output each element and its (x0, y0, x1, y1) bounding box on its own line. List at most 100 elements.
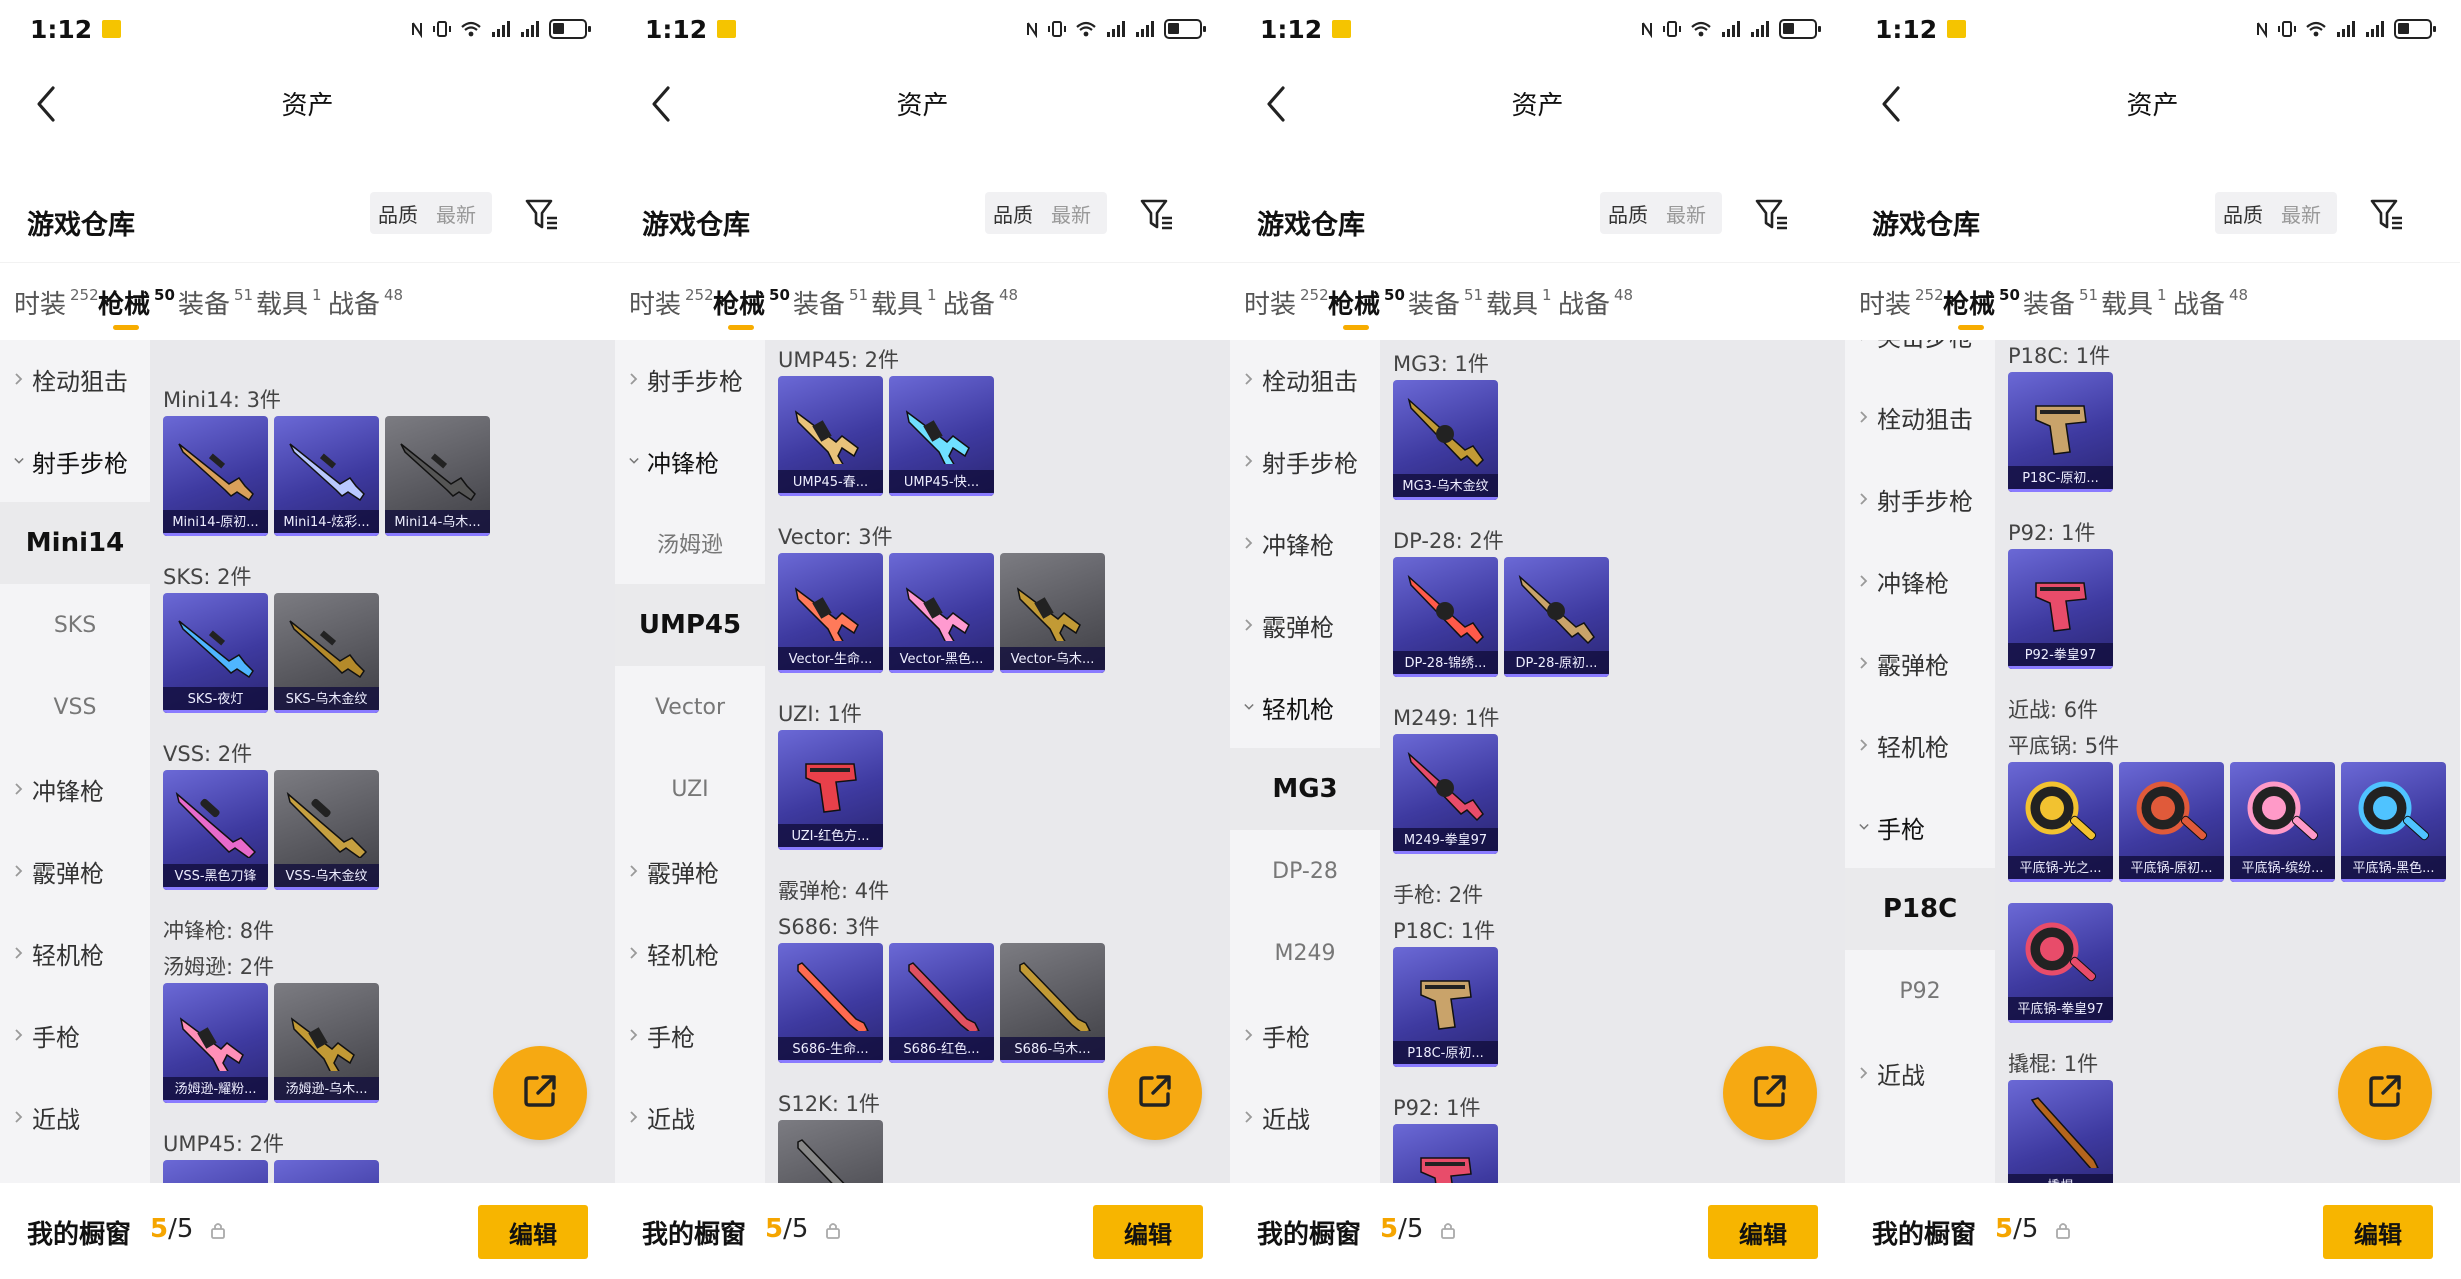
item-card[interactable]: P92-拳皇97 (1393, 1124, 1498, 1183)
sidebar-item[interactable]: 冲锋枪 (615, 420, 765, 502)
tab-4[interactable]: 载具 1 (2101, 284, 2167, 321)
tab-3[interactable]: 装备 51 (793, 284, 868, 321)
filter-icon[interactable] (2370, 198, 2404, 232)
sidebar-item[interactable]: 轻机枪 (0, 912, 150, 994)
tab-4[interactable]: 载具 1 (871, 284, 937, 321)
sidebar-item[interactable]: 射手步枪 (0, 420, 150, 502)
tab-4[interactable]: 载具 1 (256, 284, 322, 321)
item-card[interactable]: VSS-乌木金纹 (274, 770, 379, 890)
sidebar-item[interactable]: 霰弹枪 (1845, 622, 1995, 704)
item-card[interactable]: MG3-乌木金纹 (1393, 380, 1498, 500)
sidebar-item[interactable]: 霰弹枪 (0, 830, 150, 912)
tab-1[interactable]: 时装 252 (629, 284, 714, 321)
sidebar-item[interactable]: 栓动狙击 (1230, 340, 1380, 420)
item-card[interactable]: 平底锅-黑色... (2341, 762, 2446, 882)
edit-button[interactable]: 编辑 (1708, 1205, 1818, 1259)
item-card[interactable]: 平底锅-原初... (2119, 762, 2224, 882)
sort-quality-button[interactable]: 品质 (1600, 199, 1656, 228)
tab-1[interactable]: 时装 252 (1244, 284, 1329, 321)
sort-quality-button[interactable]: 品质 (2215, 199, 2271, 228)
tab-5[interactable]: 战备 48 (1558, 284, 1633, 321)
sidebar-item[interactable]: P92 (1845, 950, 1995, 1032)
sidebar-item[interactable]: MG3 (1230, 748, 1380, 830)
sidebar-item[interactable]: M249 (1230, 912, 1380, 994)
item-card[interactable]: S686-生命... (778, 943, 883, 1063)
sidebar-item[interactable]: 冲锋枪 (1230, 502, 1380, 584)
edit-button[interactable]: 编辑 (478, 1205, 588, 1259)
sidebar-item[interactable]: 近战 (615, 1076, 765, 1158)
sort-newest-button[interactable]: 最新 (426, 199, 486, 228)
tab-3[interactable]: 装备 51 (1408, 284, 1483, 321)
sort-newest-button[interactable]: 最新 (1041, 199, 1101, 228)
item-card[interactable]: P18C-原初... (2008, 372, 2113, 492)
sidebar-item[interactable]: 近战 (1230, 1076, 1380, 1158)
item-card[interactable]: UMP45-快... (889, 376, 994, 496)
sidebar-item[interactable]: DP-28 (1230, 830, 1380, 912)
tab-5[interactable]: 战备 48 (2173, 284, 2248, 321)
item-card[interactable]: 平底锅-缤纷... (2230, 762, 2335, 882)
item-card[interactable]: Vector-乌木... (1000, 553, 1105, 673)
sidebar-item[interactable]: 射手步枪 (615, 340, 765, 420)
tab-1[interactable]: 时装 252 (1859, 284, 1944, 321)
sidebar-item[interactable]: 栓动狙击 (1845, 376, 1995, 458)
item-card[interactable]: Mini14-乌木... (385, 416, 490, 536)
item-card[interactable]: 平底锅-光之... (2008, 762, 2113, 882)
item-card[interactable]: Mini14-原初... (163, 416, 268, 536)
item-card[interactable]: VSS-黑色刀锋 (163, 770, 268, 890)
sidebar-item[interactable]: 突击步枪 (1845, 340, 1995, 376)
sidebar-item[interactable]: 霰弹枪 (615, 830, 765, 912)
tab-5[interactable]: 战备 48 (328, 284, 403, 321)
share-button[interactable] (493, 1046, 587, 1140)
sidebar-item[interactable]: UMP45 (615, 584, 765, 666)
sidebar-item[interactable]: SKS (0, 584, 150, 666)
tab-3[interactable]: 装备 51 (178, 284, 253, 321)
share-button[interactable] (1108, 1046, 1202, 1140)
item-card[interactable]: P18C-原初... (1393, 947, 1498, 1067)
sidebar-item[interactable]: 手枪 (1230, 994, 1380, 1076)
item-card[interactable]: UMP45-快... (274, 1160, 379, 1183)
tab-5[interactable]: 战备 48 (943, 284, 1018, 321)
item-card[interactable]: M249-拳皇97 (1393, 734, 1498, 854)
item-card[interactable]: S686-红色... (889, 943, 994, 1063)
tab-3[interactable]: 装备 51 (2023, 284, 2098, 321)
sidebar-item[interactable]: 轻机枪 (1230, 666, 1380, 748)
sidebar-item[interactable]: 近战 (0, 1076, 150, 1158)
sort-newest-button[interactable]: 最新 (1656, 199, 1716, 228)
sidebar-item[interactable]: VSS (0, 666, 150, 748)
sidebar-item[interactable]: 汤姆逊 (615, 502, 765, 584)
item-card[interactable]: S12K (778, 1120, 883, 1183)
tab-2[interactable]: 枪械 50 (98, 284, 175, 321)
tab-1[interactable]: 时装 252 (14, 284, 99, 321)
item-card[interactable]: Vector-黑色... (889, 553, 994, 673)
sidebar-item[interactable]: UZI (615, 748, 765, 830)
sidebar-item[interactable]: 手枪 (1845, 786, 1995, 868)
sidebar-item[interactable]: 手枪 (615, 994, 765, 1076)
item-card[interactable]: Mini14-炫彩... (274, 416, 379, 536)
item-card[interactable]: UMP45-春... (778, 376, 883, 496)
item-card[interactable]: P92-拳皇97 (2008, 549, 2113, 669)
tab-2[interactable]: 枪械 50 (713, 284, 790, 321)
item-card[interactable]: S686-乌木... (1000, 943, 1105, 1063)
sidebar-item[interactable]: 近战 (1845, 1032, 1995, 1114)
sidebar-item[interactable]: 冲锋枪 (1845, 540, 1995, 622)
sidebar-item[interactable]: 冲锋枪 (0, 748, 150, 830)
tab-2[interactable]: 枪械 50 (1328, 284, 1405, 321)
sidebar-item[interactable]: 手枪 (0, 994, 150, 1076)
sidebar-item[interactable]: 射手步枪 (1845, 458, 1995, 540)
sidebar-item[interactable]: P18C (1845, 868, 1995, 950)
share-button[interactable] (1723, 1046, 1817, 1140)
item-card[interactable]: 撬棍 (2008, 1080, 2113, 1183)
sort-newest-button[interactable]: 最新 (2271, 199, 2331, 228)
sidebar-item[interactable]: Vector (615, 666, 765, 748)
item-card[interactable]: 汤姆逊-乌木... (274, 983, 379, 1103)
item-card[interactable]: DP-28-锦绣... (1393, 557, 1498, 677)
item-card[interactable]: Vector-生命... (778, 553, 883, 673)
sidebar-item[interactable]: 栓动狙击 (0, 340, 150, 420)
sidebar-item[interactable]: 射手步枪 (1230, 420, 1380, 502)
item-card[interactable]: 汤姆逊-耀粉... (163, 983, 268, 1103)
sort-quality-button[interactable]: 品质 (370, 199, 426, 228)
sidebar-item[interactable]: 轻机枪 (1845, 704, 1995, 786)
edit-button[interactable]: 编辑 (1093, 1205, 1203, 1259)
item-card[interactable]: UMP45-春... (163, 1160, 268, 1183)
item-card[interactable]: UZI-红色方... (778, 730, 883, 850)
